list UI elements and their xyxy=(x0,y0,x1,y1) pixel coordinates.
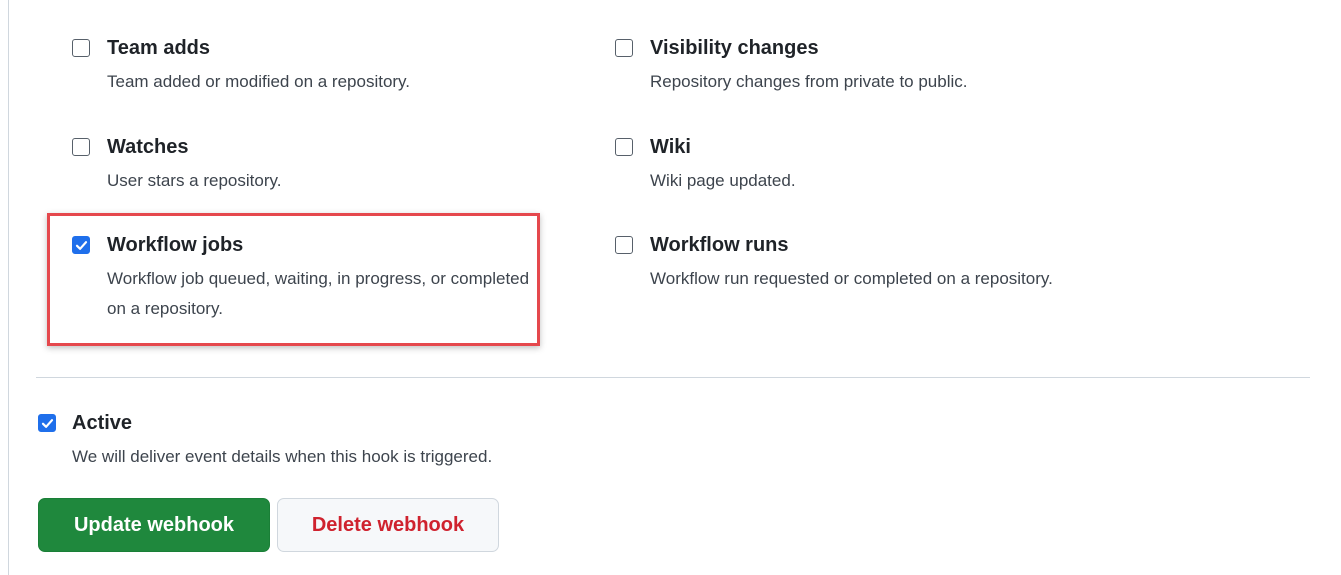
event-option-team-adds: Team adds Team added or modified on a re… xyxy=(72,35,542,97)
team-adds-checkbox[interactable] xyxy=(72,39,90,57)
update-webhook-button[interactable]: Update webhook xyxy=(38,498,270,552)
content-left-border xyxy=(8,0,9,575)
watches-checkbox[interactable] xyxy=(72,138,90,156)
section-divider xyxy=(36,377,1310,378)
event-option-watches: Watches User stars a repository. xyxy=(72,134,542,196)
active-option: Active We will deliver event details whe… xyxy=(38,410,508,472)
event-row: Wiki xyxy=(615,134,1085,160)
event-row: Watches xyxy=(72,134,542,160)
visibility-changes-label[interactable]: Visibility changes xyxy=(650,35,819,61)
event-row: Workflow runs xyxy=(615,232,1085,258)
event-row: Team adds xyxy=(72,35,542,61)
wiki-description: Wiki page updated. xyxy=(650,171,796,190)
watches-label[interactable]: Watches xyxy=(107,134,189,160)
workflow-runs-description: Workflow run requested or completed on a… xyxy=(650,269,1053,288)
event-option-workflow-runs: Workflow runs Workflow run requested or … xyxy=(615,232,1085,294)
event-option-workflow-jobs: Workflow jobs Workflow job queued, waiti… xyxy=(72,232,542,324)
active-row: Active xyxy=(38,410,508,436)
workflow-jobs-description: Workflow job queued, waiting, in progres… xyxy=(107,269,530,318)
workflow-jobs-label[interactable]: Workflow jobs xyxy=(107,232,243,258)
active-checkbox[interactable] xyxy=(38,414,56,432)
delete-webhook-button[interactable]: Delete webhook xyxy=(277,498,499,552)
watches-description: User stars a repository. xyxy=(107,171,282,190)
visibility-changes-description: Repository changes from private to publi… xyxy=(650,72,968,91)
workflow-jobs-checkbox[interactable] xyxy=(72,236,90,254)
visibility-changes-checkbox[interactable] xyxy=(615,39,633,57)
workflow-runs-label[interactable]: Workflow runs xyxy=(650,232,789,258)
checkmark-icon xyxy=(75,240,87,250)
checkmark-icon xyxy=(41,418,53,428)
team-adds-label[interactable]: Team adds xyxy=(107,35,210,61)
wiki-label[interactable]: Wiki xyxy=(650,134,691,160)
active-description: We will deliver event details when this … xyxy=(72,447,493,466)
team-adds-description: Team added or modified on a repository. xyxy=(107,72,411,91)
event-option-visibility-changes: Visibility changes Repository changes fr… xyxy=(615,35,1085,97)
active-label[interactable]: Active xyxy=(72,410,132,436)
workflow-runs-checkbox[interactable] xyxy=(615,236,633,254)
event-option-wiki: Wiki Wiki page updated. xyxy=(615,134,1085,196)
wiki-checkbox[interactable] xyxy=(615,138,633,156)
event-row: Workflow jobs xyxy=(72,232,542,258)
event-row: Visibility changes xyxy=(615,35,1085,61)
